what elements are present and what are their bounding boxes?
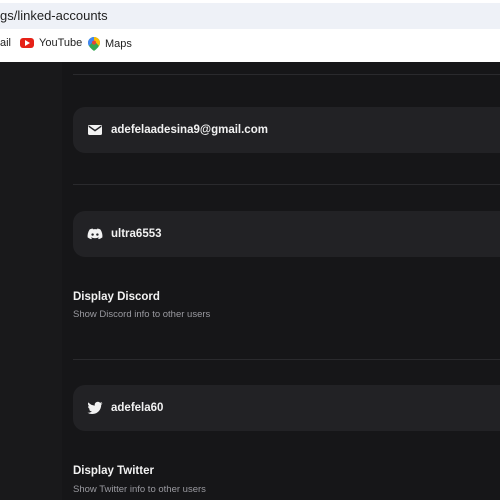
- divider: [73, 184, 500, 185]
- divider: [73, 359, 500, 360]
- bookmark-gmail[interactable]: ail: [0, 37, 11, 49]
- address-bar-url[interactable]: gs/linked-accounts: [0, 8, 108, 23]
- discord-account-card: ultra6553: [73, 211, 500, 257]
- twitter-username: adefela60: [111, 402, 164, 414]
- mail-icon: [88, 125, 102, 135]
- address-bar[interactable]: gs/linked-accounts: [0, 3, 500, 29]
- linked-accounts-page: adefelaadesina9@gmail.com ultra6553 Disp…: [0, 62, 500, 500]
- maps-icon: [88, 37, 100, 51]
- bookmark-youtube-label: YouTube: [39, 37, 83, 49]
- display-discord-description: Show Discord info to other users: [73, 309, 211, 320]
- discord-username: ultra6553: [111, 228, 162, 240]
- youtube-icon: [20, 38, 34, 48]
- twitter-account-card: adefela60: [73, 385, 500, 431]
- display-discord-title: Display Discord: [73, 291, 160, 303]
- bookmark-gmail-label: ail: [0, 37, 12, 49]
- left-sidebar: [0, 62, 62, 500]
- bookmark-maps-label: Maps: [105, 38, 132, 50]
- browser-chrome: gs/linked-accounts ail YouTube Maps: [0, 0, 500, 62]
- bookmark-maps[interactable]: Maps: [88, 37, 132, 51]
- divider: [73, 74, 500, 75]
- email-address: adefelaadesina9@gmail.com: [111, 124, 268, 136]
- email-account-card: adefelaadesina9@gmail.com: [73, 107, 500, 153]
- bookmark-youtube[interactable]: YouTube: [20, 37, 82, 49]
- discord-icon: [87, 228, 103, 240]
- twitter-icon: [87, 401, 103, 415]
- display-twitter-title: Display Twitter: [73, 465, 154, 477]
- bookmarks-bar: ail YouTube Maps: [0, 34, 500, 56]
- display-twitter-description: Show Twitter info to other users: [73, 484, 206, 495]
